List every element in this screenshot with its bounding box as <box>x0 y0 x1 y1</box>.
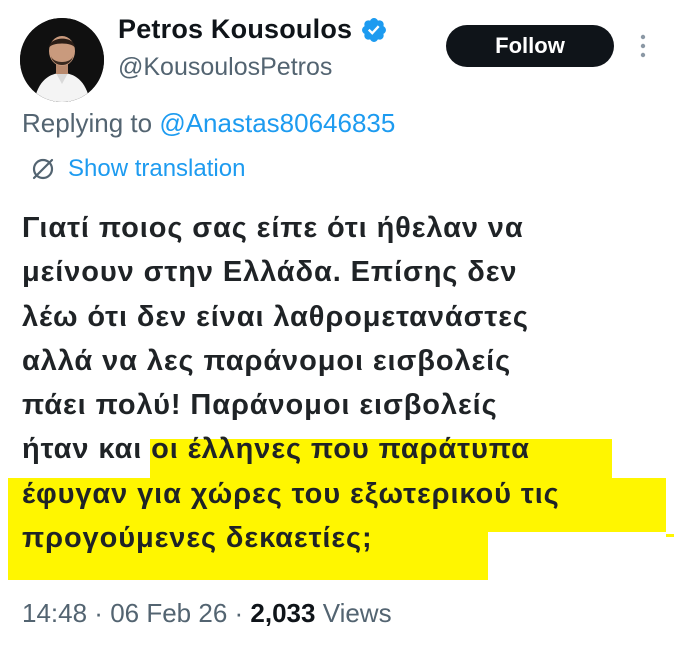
meta-separator: · <box>227 598 251 628</box>
avatar[interactable] <box>20 18 104 102</box>
tweet-time[interactable]: 14:48 <box>22 598 87 629</box>
follow-button[interactable]: Follow <box>446 25 614 67</box>
tweet-date[interactable]: 06 Feb 26 <box>110 598 227 629</box>
views-count: 2,033 <box>250 598 316 628</box>
verified-badge-icon <box>362 17 387 42</box>
author-handle[interactable]: @KousoulosPetros <box>118 53 332 82</box>
reply-mention-link[interactable]: @Anastas80646835 <box>159 108 395 138</box>
translate-icon <box>32 158 54 180</box>
avatar-photo <box>20 18 104 102</box>
tweet-text: Γιατί ποιος σας είπε ότι ήθελαν να μείνο… <box>22 212 560 555</box>
more-vertical-icon[interactable] <box>636 33 650 59</box>
views-label: Views <box>322 598 392 628</box>
replying-to: Replying to @Anastas80646835 <box>22 108 395 139</box>
replying-to-label: Replying to <box>22 108 160 138</box>
show-translation-label[interactable]: Show translation <box>68 155 245 183</box>
author-name[interactable]: Petros Kousoulos <box>118 14 352 45</box>
author-name-row[interactable]: Petros Kousoulos <box>118 14 388 45</box>
views-space <box>315 598 322 629</box>
meta-separator: · <box>87 598 111 628</box>
show-translation-link[interactable]: Show translation <box>30 155 245 183</box>
tweet-meta: 14:48 · 06 Feb 26 · 2,033 Views <box>22 598 392 629</box>
